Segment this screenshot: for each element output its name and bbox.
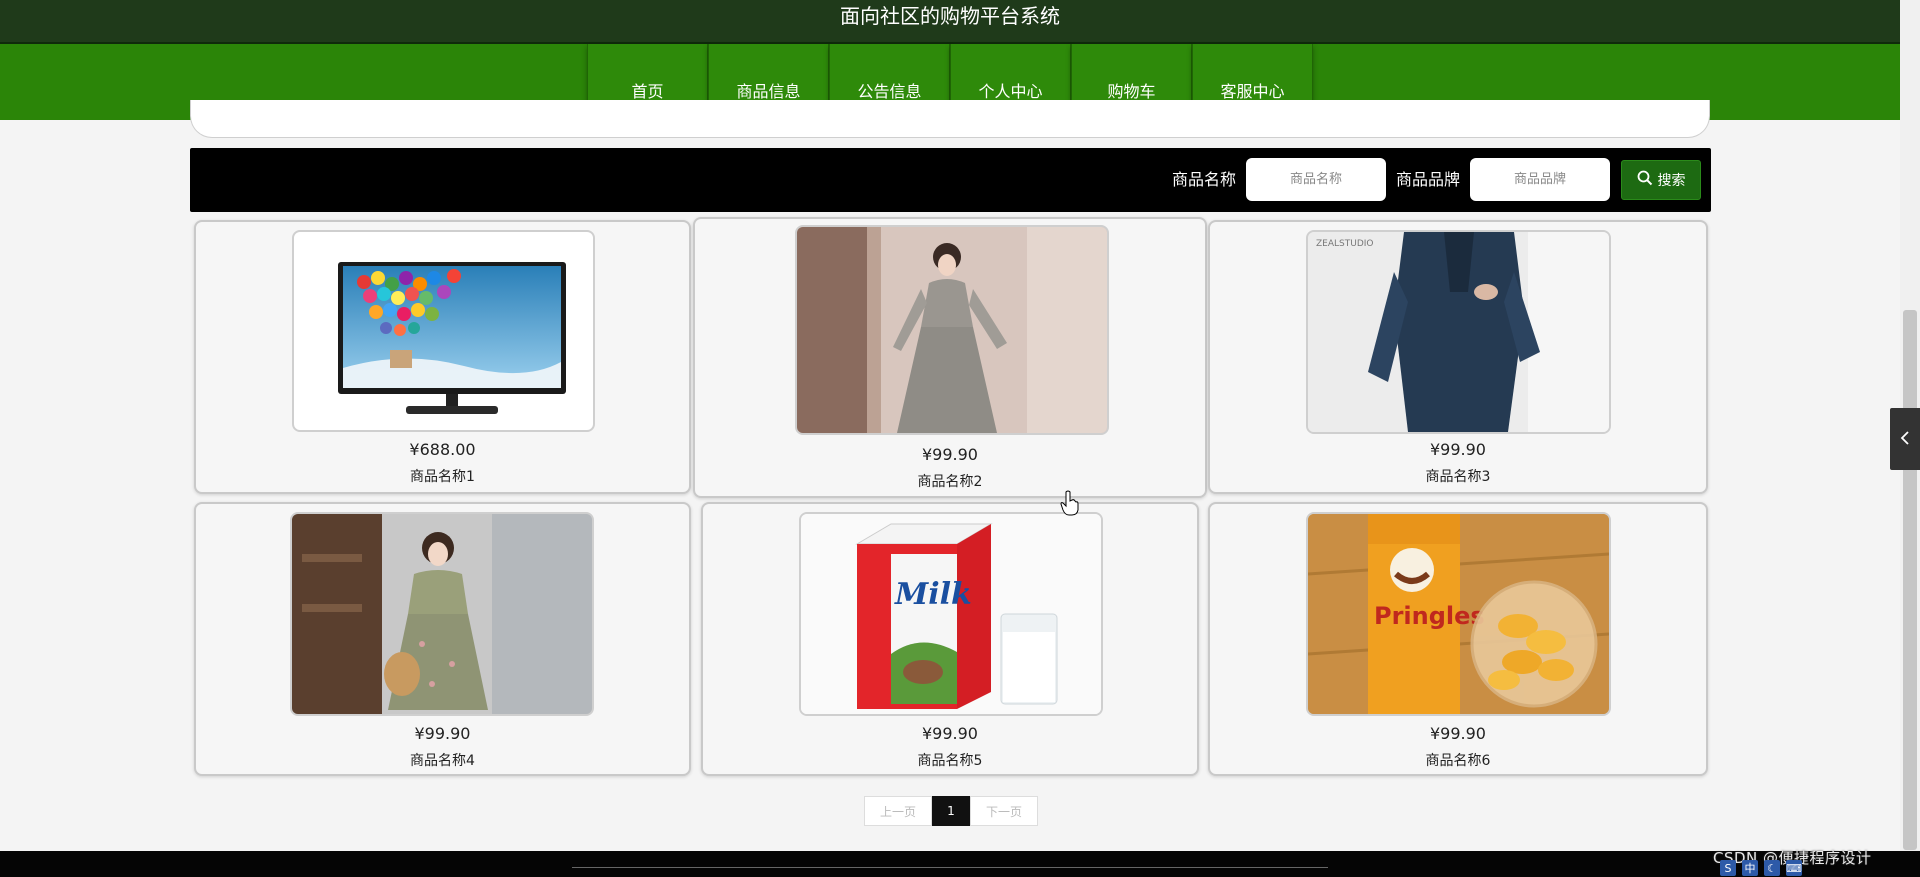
product-card[interactable]: ZEALSTUDIO ¥99.90 商品名称3 [1208,220,1708,494]
image-watermark-text: ZEALSTUDIO [1316,239,1374,249]
previous-panel [190,100,1710,138]
moon-icon[interactable]: ☾ [1764,860,1780,876]
search-button[interactable]: 搜索 [1621,160,1701,200]
product-image-suit: ZEALSTUDIO [1306,230,1611,434]
product-name: 商品名称4 [410,753,475,769]
product-price: ¥99.90 [1430,440,1486,459]
product-name: 商品名称5 [917,753,983,769]
product-image-milk: Milk [799,512,1103,716]
chevron-left-icon [1900,429,1910,450]
product-price: ¥99.90 [414,724,471,743]
ime-icon[interactable]: S [1720,860,1736,876]
keyboard-icon[interactable]: ⌨ [1786,860,1802,876]
milk-carton-text: Milk [894,577,972,612]
product-price: ¥688.00 [409,440,476,459]
product-image-chips: Pringles [1306,512,1611,716]
product-name: 商品名称3 [1425,469,1491,485]
next-page-button[interactable]: 下一页 [970,796,1038,826]
footer-divider [572,867,1328,868]
page-number-current[interactable]: 1 [932,796,970,826]
product-price: ¥99.90 [922,724,978,743]
product-card[interactable]: ¥99.90 商品名称4 [194,502,691,776]
prev-page-button[interactable]: 上一页 [864,796,932,826]
product-image-floral-dress [290,512,594,716]
product-brand-label: 商品品牌 [1396,170,1461,189]
product-card[interactable]: ¥99.90 商品名称2 [693,217,1207,498]
site-title: 面向社区的购物平台系统 [840,4,1060,28]
pringles-can-text: Pringles [1374,602,1485,630]
product-name-label: 商品名称 [1172,170,1237,189]
ime-language-indicator[interactable]: 中 [1742,860,1758,876]
hand-cursor-icon [1060,490,1080,516]
pagination: 上一页 1 下一页 [864,796,1038,826]
system-tray: S 中 ☾ ⌨ [1720,860,1802,877]
search-icon [1637,170,1653,190]
product-name: 商品名称1 [410,469,475,485]
footer [0,851,1920,877]
product-image-tv [292,230,595,432]
product-image-dress [795,225,1109,435]
product-card[interactable]: ¥688.00 商品名称1 [194,220,691,494]
side-panel-toggle[interactable] [1890,408,1920,470]
product-card[interactable]: Pringles ¥99.90 商品名称6 [1208,502,1708,776]
product-name: 商品名称2 [917,474,983,490]
search-button-label: 搜索 [1657,173,1686,189]
product-name-input[interactable] [1246,158,1386,201]
product-price: ¥99.90 [1430,724,1486,743]
search-bar: 商品名称 商品品牌 搜索 [190,148,1711,212]
product-brand-input[interactable] [1470,158,1610,201]
product-name: 商品名称6 [1425,753,1491,769]
title-bar: 面向社区的购物平台系统 [0,0,1900,44]
product-card[interactable]: Milk ¥99.90 商品名称5 [701,502,1199,776]
scrollbar-thumb[interactable] [1903,310,1917,850]
product-price: ¥99.90 [922,445,978,464]
